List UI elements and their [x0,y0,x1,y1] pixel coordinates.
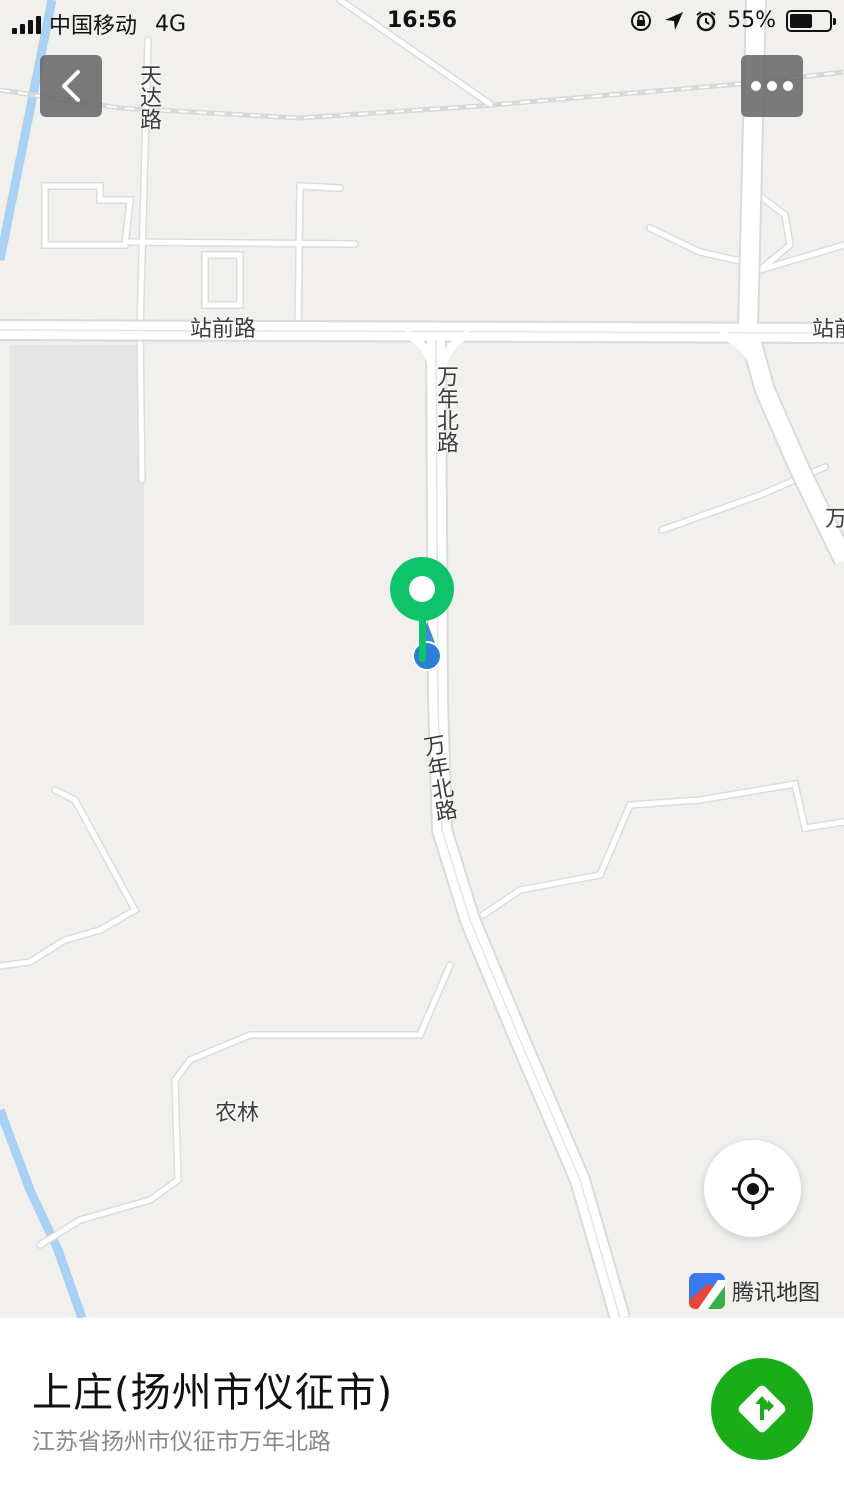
back-button[interactable] [40,55,102,117]
battery-percent: 55% [727,8,776,33]
status-right: 55% [629,8,836,33]
location-pin-icon[interactable] [388,556,456,664]
road-label-tianda: 天达路 [136,64,161,130]
back-arrow-icon [62,70,80,102]
status-bar: 中国移动 4G 16:56 55% [0,0,844,44]
road-label-wan-right: 万 [825,507,844,532]
locate-button[interactable] [704,1140,801,1237]
locate-icon [731,1167,774,1210]
place-name: 上庄(扬州市仪征市) [32,1370,394,1416]
more-button[interactable] [741,55,803,117]
navigate-button[interactable] [711,1358,813,1460]
map-brand: 腾讯地图 [688,1272,820,1310]
road-label-wannian-upper: 万年北路 [433,365,458,453]
brand-name: 腾讯地图 [732,1281,821,1306]
more-dots-icon [751,81,793,91]
place-address: 江苏省扬州市仪征市万年北路 [32,1429,331,1455]
road-label-zhanqian-right: 站前 [812,318,844,342]
place-info-panel: 上庄(扬州市仪征市) 江苏省扬州市仪征市万年北路 [0,1318,844,1500]
map-view[interactable]: 天达路 站前路 站前 万年北路 万年北路 万 农林 [0,0,844,1318]
location-arrow-icon [665,11,684,30]
battery-icon [786,9,836,32]
place-label-nonglin: 农林 [215,1101,260,1126]
tencent-map-logo-icon [689,1273,725,1309]
navigation-arrow-icon [738,1385,786,1433]
alarm-icon [696,10,716,31]
orientation-lock-icon [631,10,652,31]
road-label-zhanqian: 站前路 [190,317,257,342]
